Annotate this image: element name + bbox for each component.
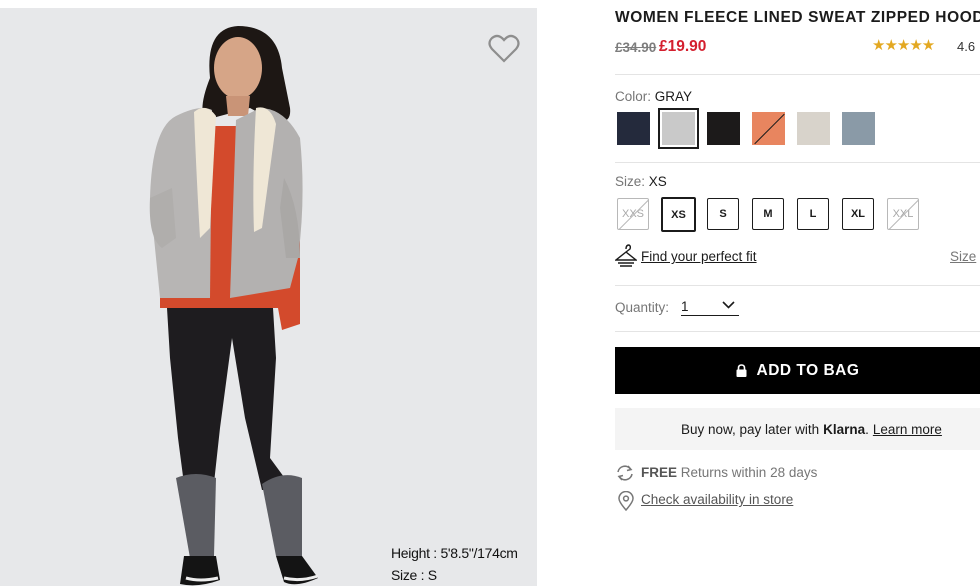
size-label: Size: XS [615, 174, 667, 189]
divider [615, 285, 980, 286]
add-to-bag-button[interactable]: ADD TO BAG [615, 347, 980, 394]
color-swatch-navy[interactable] [617, 112, 650, 145]
hanger-icon [615, 244, 637, 267]
learn-more-link[interactable]: Learn more [873, 422, 942, 437]
quantity-value: 1 [681, 299, 689, 314]
color-swatch-gray[interactable] [658, 108, 699, 149]
selected-color: GRAY [654, 89, 693, 104]
chevron-down-icon [722, 301, 735, 309]
quantity-select[interactable]: 1 [681, 299, 739, 316]
klarna-banner: Buy now, pay later with Klarna. Learn mo… [615, 408, 980, 450]
refresh-icon [617, 465, 633, 481]
sale-price: £19.90 [659, 38, 707, 55]
model-height: Height : 5'8.5"/174cm [391, 545, 518, 561]
divider [615, 74, 980, 75]
returns-free: FREE [641, 465, 678, 480]
color-swatch-blue-gray[interactable] [842, 112, 875, 145]
lock-icon [736, 364, 747, 377]
original-price: £34.90 [615, 40, 657, 55]
size-option-l[interactable]: L [797, 198, 829, 230]
find-fit-link[interactable]: Find your perfect fit [641, 249, 757, 264]
color-label: Color: GRAY [615, 89, 693, 104]
klarna-text: Buy now, pay later with [681, 421, 820, 437]
product-details-panel: WOMEN FLEECE LINED SWEAT ZIPPED HOODIE £… [615, 0, 980, 586]
model-info: Height : 5'8.5"/174cm Size : S [391, 542, 518, 586]
selected-size: XS [648, 174, 667, 189]
product-title: WOMEN FLEECE LINED SWEAT ZIPPED HOODIE [615, 9, 980, 26]
size-option-xl[interactable]: XL [842, 198, 874, 230]
heart-icon[interactable] [488, 34, 520, 64]
size-option-xs[interactable]: XS [661, 197, 696, 232]
size-option-m[interactable]: M [752, 198, 784, 230]
klarna-brand: Klarna [823, 421, 866, 437]
color-swatch-black[interactable] [707, 112, 740, 145]
divider [615, 331, 980, 332]
color-swatch-orange[interactable] [752, 112, 785, 145]
model-size: Size : S [391, 567, 437, 583]
size-option-s[interactable]: S [707, 198, 739, 230]
returns-text: Returns within 28 days [680, 465, 818, 480]
model-photo [149, 26, 319, 586]
color-swatch-beige[interactable] [797, 112, 830, 145]
quantity-label: Quantity: [615, 300, 670, 315]
divider [615, 162, 980, 163]
check-store-link[interactable]: Check availability in store [641, 492, 793, 507]
returns-info: FREE Returns within 28 days [641, 465, 817, 480]
rating-stars[interactable]: ★★★★★ [872, 36, 935, 54]
rating-value: 4.6 [957, 39, 976, 54]
size-option-xxs[interactable]: XXS [617, 198, 649, 230]
size-option-xxl[interactable]: XXL [887, 198, 919, 230]
size-guide-link[interactable]: Size [950, 249, 976, 264]
product-image[interactable]: Height : 5'8.5"/174cm Size : S [0, 8, 537, 586]
add-to-bag-label: ADD TO BAG [756, 361, 860, 379]
location-pin-icon [618, 491, 634, 511]
